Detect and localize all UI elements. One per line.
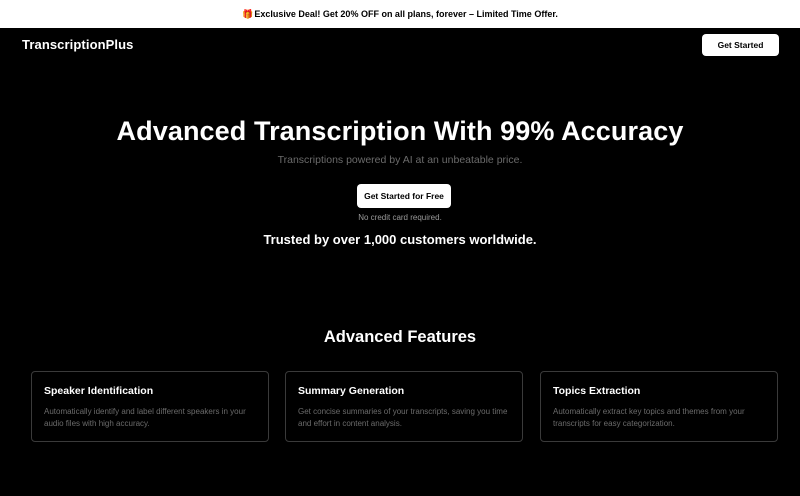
feature-card-description: Get concise summaries of your transcript… <box>298 407 508 428</box>
top-nav: TranscriptionPlus Get Started <box>0 28 800 62</box>
promo-text: Exclusive Deal! Get 20% OFF on all plans… <box>254 9 558 19</box>
feature-card-description: Automatically extract key topics and the… <box>553 407 745 428</box>
feature-card-topics-extraction: Topics Extraction Automatically extract … <box>540 371 778 442</box>
feature-card-description: Automatically identify and label differe… <box>44 407 246 428</box>
brand-logo[interactable]: TranscriptionPlus <box>22 37 134 52</box>
gift-icon: 🎁 <box>242 8 254 19</box>
feature-card-title: Speaker Identification <box>44 385 154 397</box>
no-credit-card-note: No credit card required. <box>358 213 442 222</box>
hero-subtitle: Transcriptions powered by AI at an unbea… <box>277 154 523 166</box>
promo-banner: 🎁 Exclusive Deal! Get 20% OFF on all pla… <box>0 0 800 28</box>
get-started-free-button[interactable]: Get Started for Free <box>357 184 451 208</box>
hero-title: Advanced Transcription With 99% Accuracy <box>116 116 684 146</box>
trusted-by-text: Trusted by over 1,000 customers worldwid… <box>263 232 537 247</box>
feature-card-summary-generation: Summary Generation Get concise summaries… <box>285 371 523 442</box>
feature-card-speaker-identification: Speaker Identification Automatically ide… <box>31 371 269 442</box>
feature-card-title: Topics Extraction <box>553 385 641 397</box>
nav-get-started-button[interactable]: Get Started <box>702 34 779 56</box>
features-title: Advanced Features <box>323 328 477 346</box>
feature-card-title: Summary Generation <box>298 385 405 397</box>
